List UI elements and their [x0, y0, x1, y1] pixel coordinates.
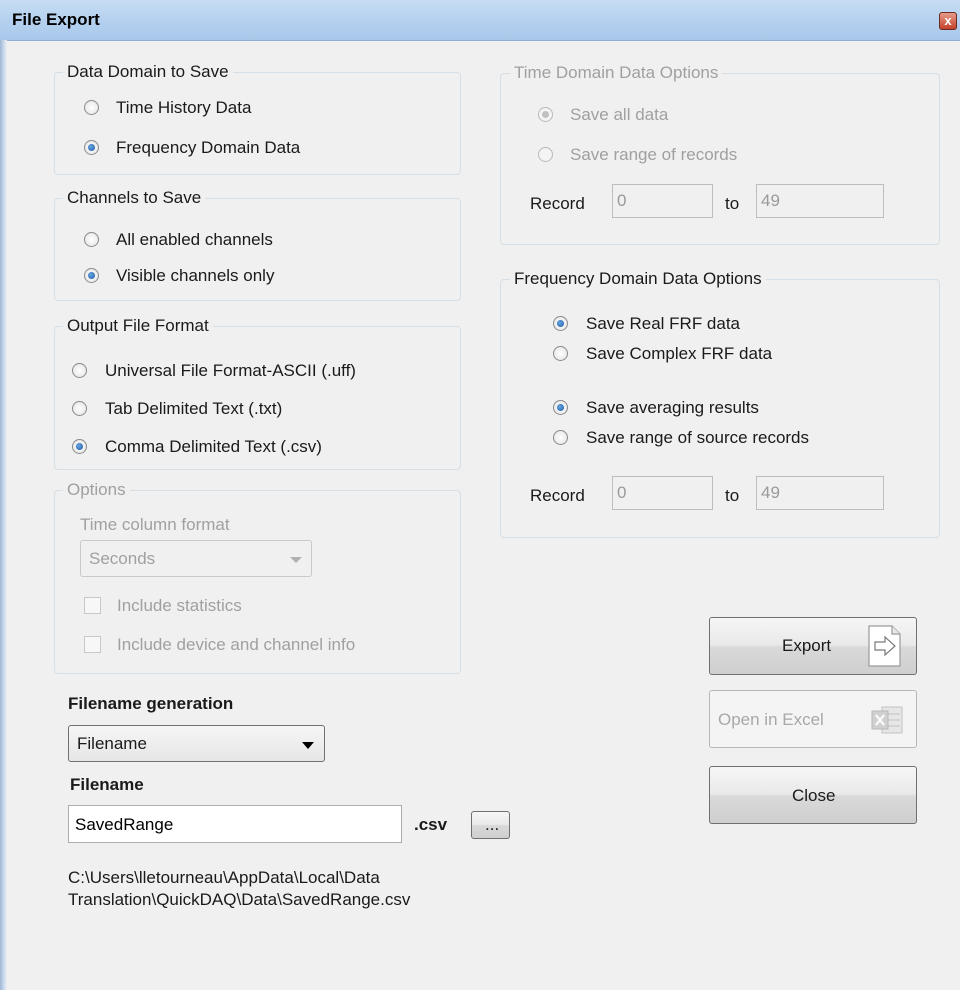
time-history-label[interactable]: Time History Data [116, 98, 251, 118]
frequency-domain-label[interactable]: Frequency Domain Data [116, 138, 300, 158]
browse-button-label: ... [485, 815, 500, 834]
time-record-to-input[interactable]: 49 [756, 184, 884, 218]
open-in-excel-button[interactable]: Open in Excel [709, 690, 917, 748]
time-domain-legend: Time Domain Data Options [510, 63, 723, 83]
uff-format-label[interactable]: Universal File Format-ASCII (.uff) [105, 361, 356, 381]
options-legend: Options [63, 480, 130, 500]
chevron-down-icon [302, 742, 314, 749]
freq-record-to-label: to [725, 486, 740, 505]
save-complex-frf-radio[interactable] [553, 346, 568, 361]
filename-generation-label: Filename generation [68, 694, 234, 713]
all-channels-label[interactable]: All enabled channels [116, 230, 273, 250]
all-channels-radio[interactable] [84, 232, 99, 247]
path-line-2: Translation\QuickDAQ\Data\SavedRange.csv [68, 890, 411, 909]
save-all-data-radio[interactable] [538, 107, 553, 122]
window-frame-left [0, 40, 7, 990]
filename-generation-value: Filename [77, 734, 147, 753]
open-in-excel-label: Open in Excel [718, 710, 824, 729]
time-record-to-label: to [725, 194, 740, 213]
filename-generation-select[interactable]: Filename [68, 725, 325, 762]
save-averaging-radio[interactable] [553, 400, 568, 415]
time-column-format-select[interactable]: Seconds [80, 540, 312, 577]
include-statistics-label[interactable]: Include statistics [117, 596, 242, 616]
include-statistics-checkbox[interactable] [84, 597, 101, 614]
output-format-legend: Output File Format [63, 316, 213, 336]
path-line-1: C:\Users\lletourneau\AppData\Local\Data [68, 868, 380, 887]
time-column-format-value: Seconds [89, 549, 156, 568]
save-all-data-label[interactable]: Save all data [570, 105, 668, 125]
save-real-frf-radio[interactable] [553, 316, 568, 331]
data-domain-legend: Data Domain to Save [63, 62, 233, 82]
uff-format-radio[interactable] [72, 363, 87, 378]
data-domain-group [54, 72, 461, 175]
save-range-records-radio[interactable] [538, 147, 553, 162]
save-averaging-label[interactable]: Save averaging results [586, 398, 759, 418]
csv-format-label[interactable]: Comma Delimited Text (.csv) [105, 437, 322, 457]
title-bar: File Export x [0, 0, 960, 41]
csv-format-radio[interactable] [72, 439, 87, 454]
frequency-domain-radio[interactable] [84, 140, 99, 155]
close-button[interactable]: Close [709, 766, 917, 824]
save-range-records-label[interactable]: Save range of records [570, 145, 737, 165]
chevron-down-icon [290, 557, 302, 563]
close-button-label: Close [792, 786, 836, 805]
include-device-info-checkbox[interactable] [84, 636, 101, 653]
save-complex-frf-label[interactable]: Save Complex FRF data [586, 344, 772, 364]
close-window-button[interactable]: x [939, 12, 957, 30]
export-button[interactable]: Export [709, 617, 917, 675]
export-icon [868, 625, 901, 667]
freq-record-to-input[interactable]: 49 [756, 476, 884, 510]
window-title: File Export [12, 10, 100, 29]
visible-channels-radio[interactable] [84, 268, 99, 283]
filename-label: Filename [70, 775, 144, 794]
txt-format-label[interactable]: Tab Delimited Text (.txt) [105, 399, 282, 419]
channels-legend: Channels to Save [63, 188, 206, 208]
time-record-from-input[interactable]: 0 [612, 184, 713, 218]
freq-record-from-input[interactable]: 0 [612, 476, 713, 510]
include-device-info-label[interactable]: Include device and channel info [117, 635, 355, 655]
browse-button[interactable]: ... [471, 811, 510, 839]
save-source-range-radio[interactable] [553, 430, 568, 445]
file-extension-label: .csv [414, 815, 448, 834]
txt-format-radio[interactable] [72, 401, 87, 416]
save-real-frf-label[interactable]: Save Real FRF data [586, 314, 740, 334]
export-button-label: Export [782, 636, 832, 655]
time-column-format-label: Time column format [80, 515, 230, 534]
save-source-range-label[interactable]: Save range of source records [586, 428, 809, 448]
time-history-radio[interactable] [84, 100, 99, 115]
visible-channels-label[interactable]: Visible channels only [116, 266, 274, 286]
time-record-label: Record [530, 194, 585, 213]
excel-icon [871, 706, 903, 734]
filename-input[interactable]: SavedRange [68, 805, 402, 843]
freq-record-label: Record [530, 486, 585, 505]
freq-domain-legend: Frequency Domain Data Options [510, 269, 766, 289]
